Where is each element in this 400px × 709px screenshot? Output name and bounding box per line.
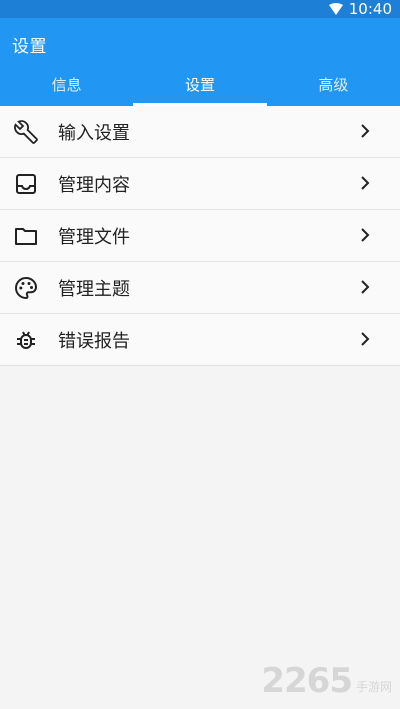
tab-settings[interactable]: 设置 xyxy=(133,68,267,106)
chevron-right-icon xyxy=(361,124,370,138)
inbox-icon xyxy=(16,174,36,194)
settings-item-input[interactable]: 输入设置 xyxy=(0,106,400,158)
settings-item-theme[interactable]: 管理主题 xyxy=(0,262,400,314)
tab-bar: 信息 设置 高级 xyxy=(0,68,400,106)
status-time: 10:40 xyxy=(348,0,392,18)
status-right: 10:40 xyxy=(328,0,392,18)
settings-list: 输入设置 管理内容 管理文件 管理主题 错误报告 xyxy=(0,106,400,366)
chevron-right-icon xyxy=(361,280,370,294)
settings-item-label: 错误报告 xyxy=(58,330,130,352)
bug-icon xyxy=(17,331,35,349)
wrench-icon xyxy=(14,120,38,144)
settings-item-bug-report[interactable]: 错误报告 xyxy=(0,314,400,365)
chevron-right-icon xyxy=(361,228,370,242)
chevron-right-icon xyxy=(361,176,370,190)
watermark-number: 2265 xyxy=(261,661,353,701)
settings-item-label: 管理主题 xyxy=(58,278,130,300)
watermark-site: 手游网 xyxy=(355,680,392,694)
folder-icon xyxy=(15,228,37,245)
settings-item-files[interactable]: 管理文件 xyxy=(0,210,400,262)
watermark: 2265 手游网 xyxy=(261,661,392,701)
palette-icon xyxy=(14,276,38,300)
settings-item-label: 管理文件 xyxy=(58,226,130,248)
app-title: 设置 xyxy=(12,37,47,57)
tab-info[interactable]: 信息 xyxy=(0,68,133,106)
settings-item-label: 管理内容 xyxy=(58,174,130,196)
tab-advanced[interactable]: 高级 xyxy=(267,68,400,106)
settings-item-content[interactable]: 管理内容 xyxy=(0,158,400,210)
status-bar: 10:40 xyxy=(0,0,400,18)
wifi-icon xyxy=(328,3,343,15)
chevron-right-icon xyxy=(361,332,370,346)
settings-item-label: 输入设置 xyxy=(58,122,130,144)
app-bar: 设置 信息 设置 高级 xyxy=(0,18,400,106)
